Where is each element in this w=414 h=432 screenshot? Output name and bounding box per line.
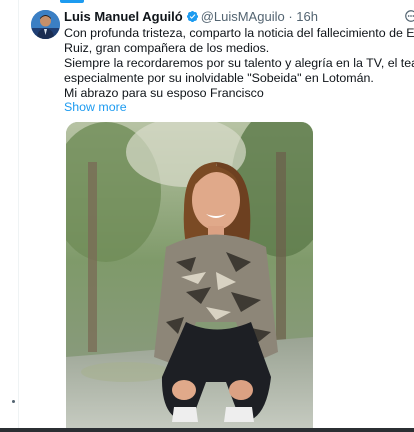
show-more-link[interactable]: Show more [64,100,127,114]
timestamp[interactable]: 16h [296,9,318,24]
more-options-icon[interactable] [404,9,414,23]
tweet-text-line: Mi abrazo para su esposo Francisco [64,86,264,100]
tweet-header: Luis Manuel Aguiló @LuisMAguilo · 16h [64,9,318,25]
tweet-text: Con profunda tristeza, comparto la notic… [64,26,414,101]
display-name[interactable]: Luis Manuel Aguiló [64,9,183,24]
tweet-text-line: Siempre la recordaremos por su talento y… [64,56,414,70]
separator: · [288,9,293,24]
tweet-text-line: Con profunda tristeza, comparto la notic… [64,26,414,40]
tweet-photo[interactable] [66,122,313,432]
left-rail [0,0,84,432]
tweet[interactable]: Luis Manuel Aguiló @LuisMAguilo · 16h Con… [19,0,414,432]
rail-dot [12,400,15,403]
verified-badge-icon [186,10,198,23]
photo-image [66,122,313,432]
tweet-text-line: Ruiz, gran compañera de los medios. [64,41,270,55]
tweet-text-line: especialmente por su inolvidable "Sobeid… [64,71,374,85]
avatar-image [31,10,60,39]
avatar[interactable] [31,10,60,39]
handle[interactable]: @LuisMAguilo [201,9,285,24]
taskbar-edge [0,428,414,432]
